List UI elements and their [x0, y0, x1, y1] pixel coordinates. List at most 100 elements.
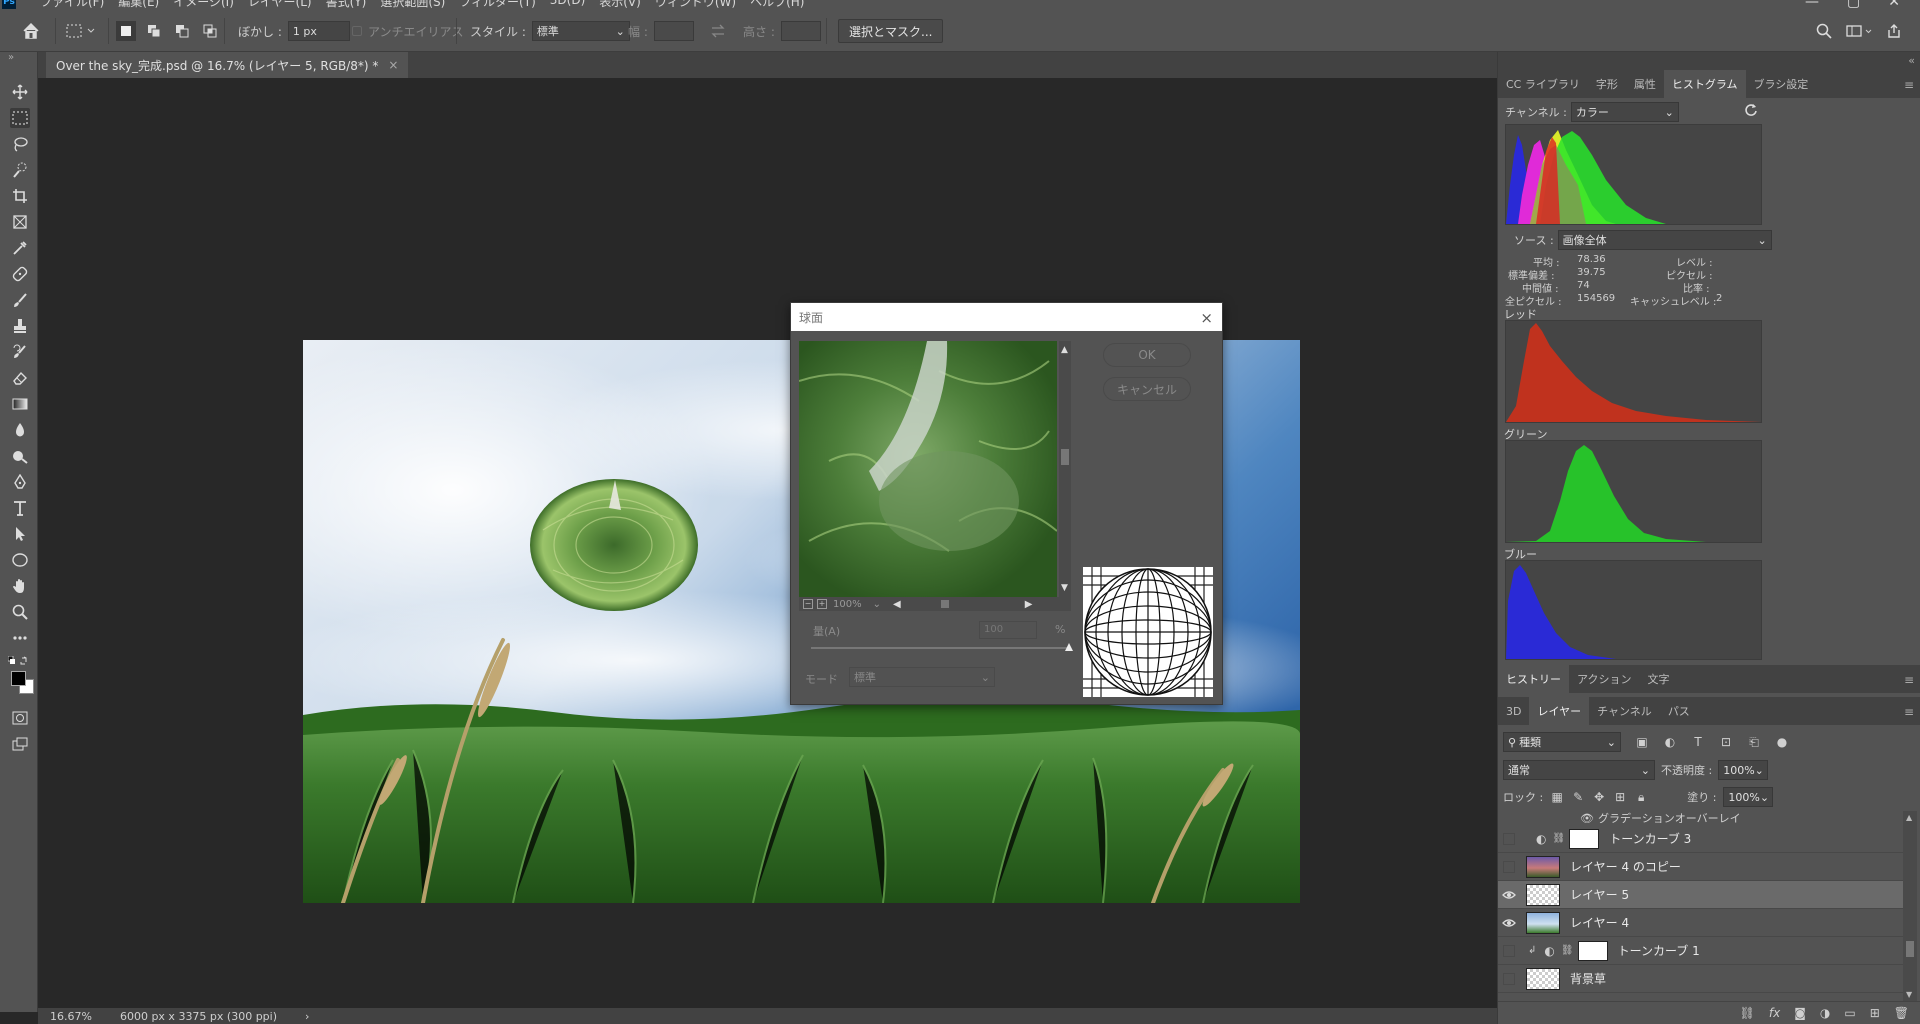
zoom-in-icon[interactable]: +	[817, 599, 827, 609]
fill-input[interactable]: 100% ⌄	[1723, 787, 1774, 807]
rectangular-marquee-tool-icon[interactable]	[10, 108, 30, 128]
layers-panel-tab[interactable]: 3D	[1498, 697, 1529, 725]
layer-row[interactable]: レイヤー 4	[1498, 909, 1903, 937]
swap-icon[interactable]	[710, 10, 726, 52]
style-select[interactable]: 標準 ⌄	[531, 21, 630, 41]
top-panel-tab[interactable]: ブラシ設定	[1746, 70, 1817, 98]
layer-row[interactable]: レイヤー 5	[1498, 881, 1903, 909]
lasso-tool-icon[interactable]	[10, 134, 30, 154]
panel-menu-icon[interactable]: ≡	[1904, 78, 1914, 92]
quick-select-tool-icon[interactable]	[10, 160, 30, 180]
visibility-toggle[interactable]	[1498, 965, 1520, 993]
screen-mode-icon[interactable]	[10, 734, 30, 754]
ellipse-tool-icon[interactable]	[10, 550, 30, 570]
filter-adjustment-icon[interactable]: ◐	[1663, 735, 1677, 749]
layer-effect-row[interactable]: 👁︎ グラデーションオーバーレイ	[1580, 811, 1741, 826]
menu-item[interactable]: 編集(E)	[118, 0, 159, 10]
layers-panel-tab[interactable]: チャンネル	[1589, 697, 1660, 725]
path-selection-tool-icon[interactable]	[10, 524, 30, 544]
eraser-tool-icon[interactable]	[10, 368, 30, 388]
scroll-up-icon[interactable]: ▲	[1061, 345, 1068, 355]
add-selection-icon[interactable]	[144, 21, 164, 41]
dialog-close-icon[interactable]: ×	[1200, 309, 1213, 327]
scroll-left-icon[interactable]: ◀	[893, 599, 901, 610]
menu-item[interactable]: 選択範囲(S)	[380, 0, 445, 10]
lock-image-icon[interactable]: ✎	[1571, 790, 1585, 804]
h-scroll-thumb[interactable]	[940, 600, 949, 608]
hand-tool-icon[interactable]	[10, 576, 30, 596]
visibility-toggle[interactable]	[1498, 825, 1520, 853]
lock-artboard-icon[interactable]: ⊞	[1613, 790, 1627, 804]
eye-icon[interactable]	[1498, 909, 1520, 937]
layers-panel-tab[interactable]: パス	[1660, 697, 1698, 725]
filter-type-icon[interactable]: T	[1691, 735, 1705, 749]
refresh-icon[interactable]	[1744, 103, 1758, 117]
frame-tool-icon[interactable]	[10, 212, 30, 232]
amount-slider-track[interactable]	[811, 647, 1069, 649]
foreground-color-swatch[interactable]	[11, 671, 26, 686]
opacity-input[interactable]: 100% ⌄	[1718, 760, 1769, 780]
new-selection-icon[interactable]	[116, 21, 136, 41]
scroll-thumb[interactable]	[1061, 449, 1069, 465]
search-icon[interactable]	[1816, 23, 1832, 39]
cancel-button[interactable]: キャンセル	[1103, 377, 1191, 401]
top-panel-tab[interactable]: CC ライブラリ	[1498, 70, 1588, 98]
minimize-icon[interactable]: —	[1805, 0, 1819, 10]
filter-smart-object-icon[interactable]: ⎗	[1747, 735, 1761, 749]
healing-brush-tool-icon[interactable]	[10, 264, 30, 284]
delete-layer-icon[interactable]: 🗑︎	[1894, 1006, 1909, 1020]
more-tools-icon[interactable]	[10, 628, 30, 648]
top-panel-tab[interactable]: 字形	[1588, 70, 1626, 98]
blend-mode-select[interactable]: 通常 ⌄	[1503, 760, 1655, 780]
quick-mask-icon[interactable]	[10, 708, 30, 728]
menu-item[interactable]: レイヤー(L)	[248, 0, 312, 10]
amount-slider-thumb[interactable]	[1065, 643, 1073, 651]
history-panel-tab[interactable]: 文字	[1639, 665, 1677, 693]
layer-row[interactable]: 背景草	[1498, 965, 1903, 993]
subtract-selection-icon[interactable]	[172, 21, 192, 41]
zoom-tool-icon[interactable]	[10, 602, 30, 622]
menu-item[interactable]: ファイル(F)	[40, 0, 104, 10]
feather-input[interactable]: 1 px	[287, 21, 350, 41]
new-layer-icon[interactable]: ⊞	[1870, 1006, 1880, 1020]
filter-shape-icon[interactable]: ⊡	[1719, 735, 1733, 749]
visibility-toggle[interactable]	[1498, 937, 1520, 965]
document-tab[interactable]: Over the sky_完成.psd @ 16.7% (レイヤー 5, RGB…	[46, 52, 409, 78]
layers-scrollbar[interactable]: ▲ ▼	[1903, 811, 1917, 1001]
move-tool-icon[interactable]	[10, 82, 30, 102]
history-panel-tab[interactable]: ヒストリー	[1498, 665, 1569, 693]
home-icon[interactable]	[22, 10, 40, 52]
type-tool-icon[interactable]	[10, 498, 30, 518]
share-icon[interactable]	[1886, 23, 1902, 39]
eye-icon[interactable]: 👁︎	[1580, 812, 1594, 825]
layers-panel-menu-icon[interactable]: ≡	[1904, 705, 1914, 719]
new-group-icon[interactable]: ▭	[1844, 1006, 1855, 1020]
collapse-panel-icon[interactable]: »	[8, 52, 14, 63]
brush-tool-icon[interactable]	[10, 290, 30, 310]
ok-button[interactable]: OK	[1103, 343, 1191, 367]
layer-thumbnail[interactable]	[1526, 855, 1560, 878]
filter-pixel-icon[interactable]: ▣	[1635, 735, 1649, 749]
intersect-selection-icon[interactable]	[200, 21, 220, 41]
lock-transparency-icon[interactable]: ▦	[1550, 790, 1564, 804]
crop-tool-icon[interactable]	[10, 186, 30, 206]
zoom-out-icon[interactable]: −	[803, 599, 813, 609]
default-colors-icon[interactable]	[8, 656, 32, 666]
fx-icon[interactable]: fx	[1769, 1006, 1780, 1020]
select-and-mask-button[interactable]: 選択とマスク...	[838, 19, 944, 43]
add-mask-icon[interactable]: ◙	[1794, 1006, 1806, 1020]
lock-all-icon[interactable]: 🔒︎	[1634, 790, 1648, 804]
source-select[interactable]: 画像全体 ⌄	[1557, 230, 1772, 250]
visibility-toggle[interactable]	[1498, 853, 1520, 881]
layer-row[interactable]: レイヤー 4 のコピー	[1498, 853, 1903, 881]
layer-thumbnail[interactable]	[1526, 883, 1560, 906]
gradient-tool-icon[interactable]	[10, 394, 30, 414]
filter-toggle-icon[interactable]: ●	[1775, 735, 1789, 749]
menu-item[interactable]: 3D(D)	[550, 0, 585, 10]
lock-position-icon[interactable]: ✥	[1592, 790, 1606, 804]
pen-tool-icon[interactable]	[10, 472, 30, 492]
layers-panel-tab[interactable]: レイヤー	[1529, 697, 1590, 725]
layer-mask-thumbnail[interactable]	[1577, 940, 1608, 961]
scroll-down-icon[interactable]: ▼	[1061, 583, 1068, 593]
link-layers-icon[interactable]: ⛓︎	[1740, 1006, 1755, 1020]
